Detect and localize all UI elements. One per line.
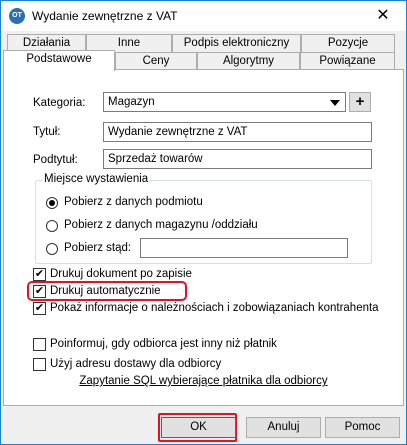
checkbox-drukuj-automatycznie[interactable]: ✔ <box>33 285 46 298</box>
dialog-window: OT Wydanie zewnętrzne z VAT ✕ Działania … <box>0 0 407 445</box>
podtytul-input[interactable]: Sprzedaż towarów <box>103 149 372 169</box>
add-kategoria-button[interactable]: + <box>349 92 371 112</box>
checkbox-poinformuj[interactable] <box>33 338 46 351</box>
tab-podstawowe[interactable]: Podstawowe <box>3 50 115 71</box>
chevron-down-icon <box>330 100 340 106</box>
close-icon[interactable]: ✕ <box>360 1 406 31</box>
window-title: Wydanie zewnętrzne z VAT <box>32 9 178 23</box>
sql-query-link[interactable]: Zapytanie SQL wybierające płatnika dla o… <box>4 375 403 387</box>
pokaz-informacje-label[interactable]: Pokaż informacje o należnościach i zobow… <box>50 302 379 314</box>
checkbox-adres-dostawy[interactable] <box>33 358 46 371</box>
adres-dostawy-label[interactable]: Użyj adresu dostawy dla odbiorcy <box>50 358 221 370</box>
tab-podpis-elektroniczny[interactable]: Podpis elektroniczny <box>172 34 301 53</box>
radio-podmiot[interactable] <box>46 197 58 209</box>
kategoria-label: Kategoria: <box>33 97 86 109</box>
tab-pozycje[interactable]: Pozycje <box>301 34 395 53</box>
radio-stad-label[interactable]: Pobierz stąd: <box>64 242 131 254</box>
cancel-button[interactable]: Anuluj <box>246 417 321 438</box>
help-button[interactable]: Pomoc <box>325 417 400 438</box>
poinformuj-label[interactable]: Poinformuj, gdy odbiorca jest inny niż p… <box>50 338 277 350</box>
sql-query-link-text[interactable]: Zapytanie SQL wybierające płatnika dla o… <box>79 375 327 387</box>
radio-stad[interactable] <box>46 243 58 255</box>
podtytul-label: Podtytuł: <box>33 154 78 166</box>
tytul-input[interactable]: Wydanie zewnętrzne z VAT <box>103 122 372 142</box>
checkbox-pokaz-informacje[interactable]: ✔ <box>33 302 46 315</box>
drukuj-po-zapisie-label[interactable]: Drukuj dokument po zapisie <box>50 268 192 280</box>
app-icon: OT <box>9 8 25 24</box>
stad-input[interactable] <box>140 238 348 258</box>
radio-magazyn[interactable] <box>46 220 58 232</box>
kategoria-select[interactable]: Magazyn <box>103 92 346 112</box>
tab-strip: Działania Inne Podpis elektroniczny Pozy… <box>1 31 406 71</box>
group-title: Miejsce wystawienia <box>42 173 151 185</box>
tab-panel-podstawowe: Kategoria: Magazyn + Tytuł: Wydanie zewn… <box>3 69 404 406</box>
ok-button[interactable]: OK <box>161 417 236 438</box>
kategoria-value: Magazyn <box>108 96 155 108</box>
miejsce-wystawienia-group: Miejsce wystawienia Pobierz z danych pod… <box>35 173 372 264</box>
title-bar: OT Wydanie zewnętrzne z VAT ✕ <box>1 1 406 31</box>
checkbox-drukuj-po-zapisie[interactable]: ✔ <box>33 268 46 281</box>
radio-podmiot-label[interactable]: Pobierz z danych podmiotu <box>64 196 203 208</box>
tytul-label: Tytuł: <box>33 126 61 138</box>
drukuj-automatycznie-label[interactable]: Drukuj automatycznie <box>50 285 161 297</box>
radio-magazyn-label[interactable]: Pobierz z danych magazynu /oddziału <box>64 219 258 231</box>
